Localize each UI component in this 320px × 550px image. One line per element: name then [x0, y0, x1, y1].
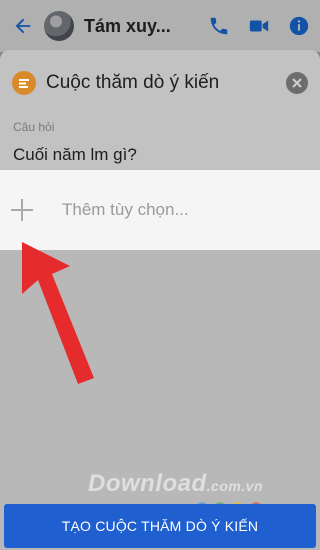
watermark-tld: .com.vn: [206, 478, 264, 494]
header-actions: [206, 13, 312, 39]
close-icon[interactable]: [286, 72, 308, 94]
poll-icon: [12, 71, 36, 95]
question-label: Câu hỏi: [13, 120, 55, 134]
watermark: Download.com.vn: [88, 470, 263, 498]
add-option-input[interactable]: [62, 200, 282, 220]
video-camera-icon[interactable]: [246, 13, 272, 39]
phone-icon[interactable]: [206, 13, 232, 39]
create-poll-button[interactable]: TẠO CUỘC THĂM DÒ Ý KIẾN: [4, 504, 316, 548]
red-arrow-annotation: [22, 242, 94, 384]
poll-title: Cuộc thăm dò ý kiến: [46, 72, 220, 93]
poll-sheet: Cuộc thăm dò ý kiến Câu hỏi Cuối năm lm …: [0, 50, 320, 550]
avatar[interactable]: [44, 11, 74, 41]
poll-sheet-header: Cuộc thăm dò ý kiến: [0, 50, 320, 102]
chat-header: Tám xuy...: [0, 0, 320, 52]
back-arrow-icon[interactable]: [8, 11, 38, 41]
plus-icon[interactable]: [11, 199, 33, 221]
chat-title[interactable]: Tám xuy...: [84, 16, 176, 37]
poll-header-area: Cuộc thăm dò ý kiến Câu hỏi Cuối năm lm …: [0, 50, 320, 170]
watermark-brand: Download: [88, 470, 207, 497]
question-input[interactable]: Cuối năm lm gì?: [13, 145, 137, 165]
info-icon[interactable]: [286, 13, 312, 39]
